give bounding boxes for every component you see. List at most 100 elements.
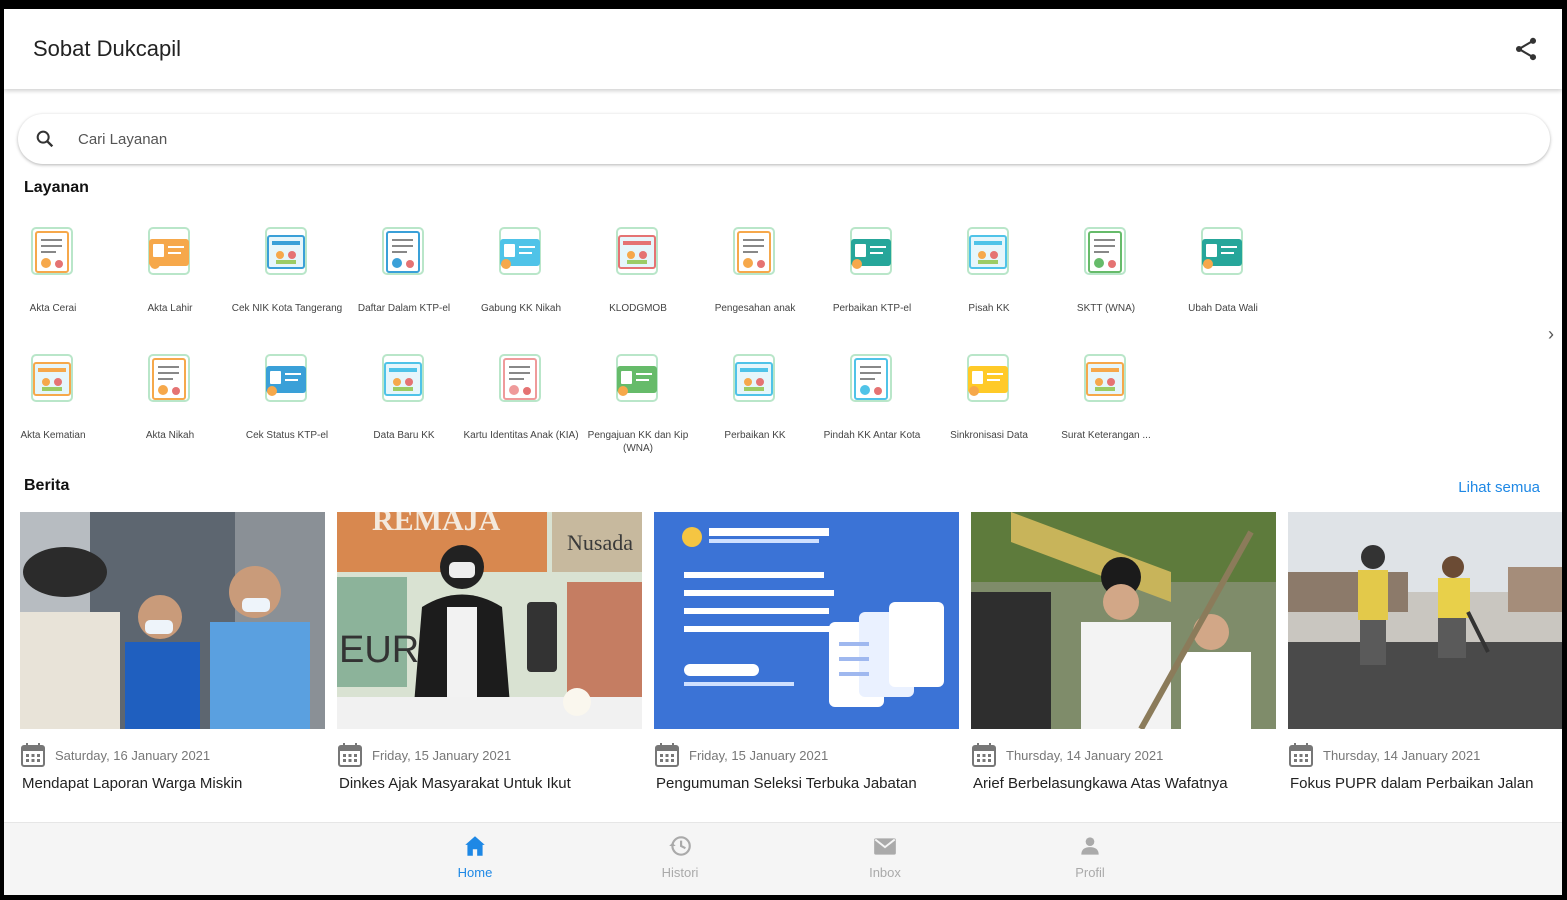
nav-item-profil[interactable]: Profil [1030,833,1150,880]
service-label: KLODGMOB [609,303,667,314]
document-child-icon [733,227,775,275]
document-baby-icon [148,227,190,275]
news-card[interactable]: Thursday, 14 January 2021 Fokus PUPR dala… [1288,512,1562,802]
id-card-edit-icon [850,227,892,275]
service-item[interactable]: Akta Cerai [4,224,111,334]
service-item[interactable]: Ubah Data Wali [1165,224,1281,334]
news-card[interactable]: REMAJA Nusada EUR Friday, 15 January 2021 Di… [337,512,642,802]
service-label: Cek NIK Kota Tangerang [231,303,343,314]
news-date-row: Friday, 15 January 2021 [337,742,642,768]
news-date: Friday, 15 January 2021 [372,748,512,763]
news-headline[interactable]: Pengumuman Seleksi Terbuka Jabatan [656,775,959,792]
service-label: Akta Nikah [145,430,195,441]
service-label: Akta Kematian [20,430,86,441]
family-card-icon [499,227,541,275]
document-list-icon [616,227,658,275]
see-all-link[interactable]: Lihat semua [1458,479,1540,496]
news-image[interactable]: REMAJA Nusada EUR [337,512,642,729]
services-section-title: Layanan [24,179,89,196]
news-list: Saturday, 16 January 2021 Mendapat Lapora… [20,512,1562,802]
nav-item-home[interactable]: Home [415,833,535,880]
bottom-navigation: Home Histori Inbox Profil [4,822,1562,895]
nav-label: Histori [661,865,699,880]
service-label: Pengajuan KK dan Kip (WNA) [587,430,689,454]
service-item[interactable]: Akta Kematian [4,351,111,461]
news-headline[interactable]: Mendapat Laporan Warga Miskin [22,775,325,792]
document-couple-icon [31,227,73,275]
news-image[interactable] [20,512,325,729]
person-icon [1081,837,1099,855]
news-headline[interactable]: Arief Berbelasungkawa Atas Wafatnya [973,775,1276,792]
news-card[interactable]: Saturday, 16 January 2021 Mendapat Lapora… [20,512,325,802]
chevron-right-icon[interactable]: › [1548,324,1554,345]
service-item[interactable]: Cek NIK Kota Tangerang [229,224,345,334]
split-card-icon [967,227,1009,275]
home-icon [465,836,485,856]
search-icon [36,130,54,148]
service-label: Surat Keterangan ... [1061,430,1151,441]
nav-item-inbox[interactable]: Inbox [825,833,945,880]
news-date: Friday, 15 January 2021 [689,748,829,763]
calendar-icon [338,743,362,767]
news-card[interactable]: Thursday, 14 January 2021 Arief Berbelasu… [971,512,1276,802]
status-bar [0,0,1567,8]
child-id-card-icon [499,354,541,402]
service-label: Pindah KK Antar Kota [823,430,921,441]
calendar-icon [972,743,996,767]
nav-item-histori[interactable]: Histori [620,833,740,880]
calendar-icon [21,743,45,767]
news-image[interactable] [971,512,1276,729]
calendar-icon [655,743,679,767]
service-item[interactable]: Sinkronisasi Data [931,351,1047,461]
nav-label: Profil [1075,865,1105,880]
service-label: Daftar Dalam KTP-el [357,303,451,314]
service-item[interactable]: Akta Nikah [112,351,228,461]
news-headline[interactable]: Fokus PUPR dalam Perbaikan Jalan [1290,775,1562,792]
service-label: Kartu Identitas Anak (KIA) [463,430,579,441]
nav-label: Inbox [869,865,901,880]
id-card-search-icon [265,227,307,275]
news-image[interactable] [654,512,959,729]
document-tomb-icon [31,354,73,402]
app-window: Sobat Dukcapil Layanan Akta Cerai Akta La… [4,9,1562,895]
service-item[interactable]: Pengajuan KK dan Kip (WNA) [580,351,696,461]
service-item[interactable]: Perbaikan KTP-el [814,224,930,334]
service-label: Gabung KK Nikah [480,303,562,314]
service-item[interactable]: Daftar Dalam KTP-el [346,224,462,334]
service-label: Sinkronisasi Data [950,430,1028,441]
svg-text:Nusada: Nusada [567,530,633,555]
card-repair-icon [733,354,775,402]
service-label: Perbaikan KK [724,430,786,441]
news-card[interactable]: Friday, 15 January 2021 Pengumuman Seleks… [654,512,959,802]
history-icon [669,836,691,856]
service-item[interactable]: Kartu Identitas Anak (KIA) [463,351,579,461]
svg-text:REMAJA: REMAJA [372,512,501,537]
service-item[interactable]: SKTT (WNA) [1048,224,1164,334]
service-item[interactable]: Perbaikan KK [697,351,813,461]
service-item[interactable]: KLODGMOB [580,224,696,334]
card-move-icon [850,354,892,402]
app-title: Sobat Dukcapil [33,36,181,61]
svg-text:EUR: EUR [339,629,419,671]
news-date-row: Friday, 15 January 2021 [654,742,959,768]
search-input[interactable] [78,126,1478,152]
service-label: SKTT (WNA) [1076,303,1136,314]
service-item[interactable]: Pindah KK Antar Kota [814,351,930,461]
service-item[interactable]: Pisah KK [931,224,1047,334]
service-item[interactable]: Cek Status KTP-el [229,351,345,461]
new-card-icon [382,354,424,402]
service-item[interactable]: Akta Lahir [112,224,228,334]
nav-label: Home [457,865,493,880]
news-date: Thursday, 14 January 2021 [1006,748,1164,763]
document-marriage-icon [148,354,190,402]
service-item[interactable]: Pengesahan anak [697,224,813,334]
search-bar[interactable] [18,114,1550,164]
news-image[interactable] [1288,512,1562,729]
share-icon[interactable] [1512,35,1540,63]
service-item[interactable]: Surat Keterangan ... [1048,351,1164,461]
news-headline[interactable]: Dinkes Ajak Masyarakat Untuk Ikut [339,775,642,792]
service-label: Akta Cerai [29,303,77,314]
news-date-row: Thursday, 14 January 2021 [971,742,1276,768]
service-item[interactable]: Data Baru KK [346,351,462,461]
service-item[interactable]: Gabung KK Nikah [463,224,579,334]
